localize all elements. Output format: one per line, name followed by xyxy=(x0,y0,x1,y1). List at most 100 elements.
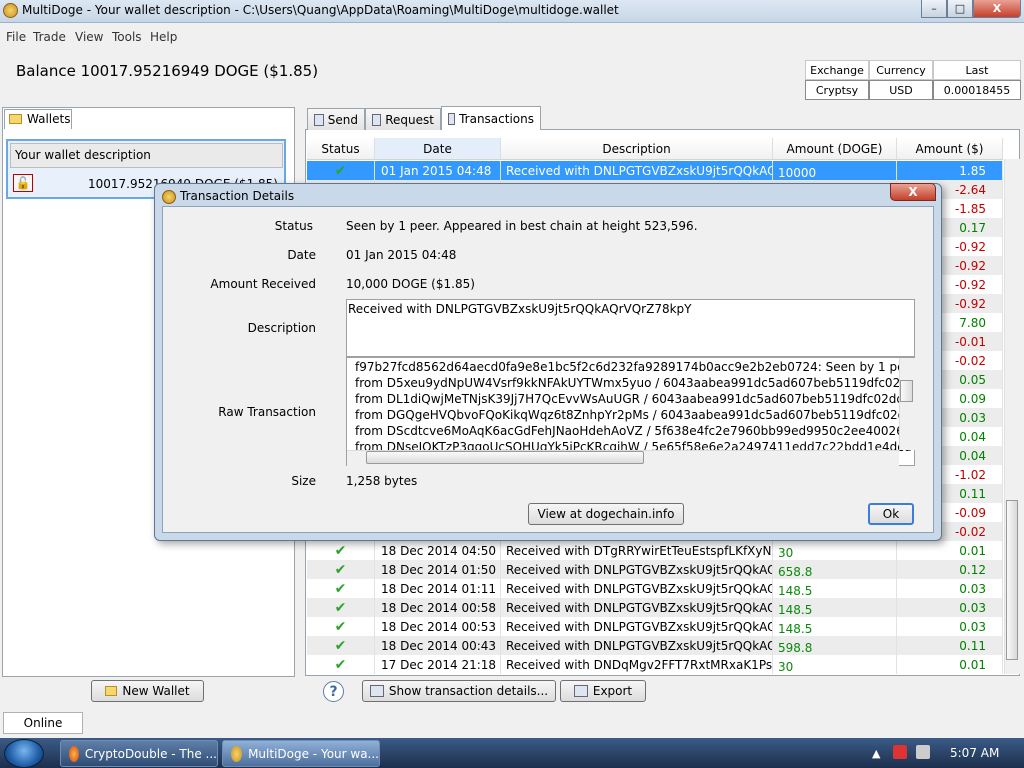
status-check-icon: ✔ xyxy=(307,541,375,560)
raw-line: from DGQgeHVQbvoFQoKikqWqz6t8ZnhpYr2pMs … xyxy=(355,408,915,422)
amount-doge-cell: 658.8 xyxy=(773,560,897,579)
date-cell: 18 Dec 2014 00:53 xyxy=(375,617,501,636)
unlocked-padlock-icon[interactable]: 🔓 xyxy=(13,174,33,192)
taskbar-item-firefox[interactable]: CryptoDouble - The ... xyxy=(60,740,218,767)
table-row[interactable]: ✔ 18 Dec 2014 00:53 Received with DNLPGTGV… xyxy=(307,617,1003,636)
status-check-icon: ✔ xyxy=(307,579,375,598)
transactions-scrollbar[interactable] xyxy=(1004,159,1020,674)
tab-send-label: Send xyxy=(327,112,358,127)
ok-button[interactable]: Ok xyxy=(868,503,914,525)
close-window-button[interactable]: X xyxy=(973,0,1021,18)
menu-help[interactable]: Help xyxy=(150,30,177,44)
new-wallet-button[interactable]: New Wallet xyxy=(91,680,204,702)
description-cell: Received with DNLPGTGVBZxskU9jt5rQQkAQr.… xyxy=(501,560,773,579)
minimize-button[interactable]: – xyxy=(921,0,947,18)
column-date[interactable]: Date xyxy=(375,138,501,159)
taskbar-item-label: CryptoDouble - The ... xyxy=(84,746,217,761)
column-amount-usd[interactable]: Amount ($) xyxy=(897,138,1003,159)
new-wallet-label: New Wallet xyxy=(122,684,190,698)
network-alert-icon[interactable] xyxy=(893,745,907,759)
amount-usd-cell: 0.11 xyxy=(897,636,1003,655)
window-title: MultiDoge - Your wallet description - C:… xyxy=(22,3,619,17)
amount-received-value: 10,000 DOGE ($1.85) xyxy=(346,277,475,291)
status-check-icon: ✔ xyxy=(307,617,375,636)
tab-request-label: Request xyxy=(385,112,434,127)
export-icon xyxy=(573,685,588,697)
date-cell: 18 Dec 2014 00:58 xyxy=(375,598,501,617)
dialog-app-icon xyxy=(162,190,176,204)
maximize-button[interactable]: □ xyxy=(947,0,973,18)
new-wallet-icon xyxy=(105,686,118,696)
tray-expand-icon[interactable]: ▲ xyxy=(872,747,880,760)
export-button[interactable]: Export xyxy=(560,680,646,702)
menu-tools[interactable]: Tools xyxy=(112,30,142,44)
column-amount-doge[interactable]: Amount (DOGE) xyxy=(773,138,897,159)
status-bar xyxy=(0,712,1024,736)
raw-transaction-label: Raw Transaction xyxy=(218,405,316,419)
description-textarea[interactable]: Received with DNLPGTGVBZxskU9jt5rQQkAQrV… xyxy=(346,299,915,357)
menu-trade[interactable]: Trade xyxy=(33,30,66,44)
status-check-icon: ✔ xyxy=(307,636,375,655)
tab-send[interactable]: Send xyxy=(307,108,365,130)
description-label: Description xyxy=(247,321,316,335)
raw-line: from DL1diQwjMeTNjsK39Jj7H7QcEvvWsAuUGR … xyxy=(355,392,915,406)
date-label: Date xyxy=(287,248,316,262)
amount-usd-cell: 0.03 xyxy=(897,579,1003,598)
dialog-close-button[interactable]: X xyxy=(890,183,936,201)
raw-vertical-scrollbar-thumb[interactable] xyxy=(900,380,913,402)
start-button-icon[interactable] xyxy=(4,739,44,768)
last-price-value: 0.00018455 xyxy=(933,80,1021,100)
table-row[interactable]: ✔ 18 Dec 2014 00:58 Received with DNLPGTGV… xyxy=(307,598,1003,617)
volume-muted-icon[interactable] xyxy=(916,745,930,759)
table-row[interactable]: ✔ 01 Jan 2015 04:48 Received with DNLPGTGV… xyxy=(307,161,1003,180)
online-status: Online xyxy=(3,712,83,734)
currency-header: Currency xyxy=(869,60,933,80)
transactions-icon xyxy=(448,112,456,125)
details-icon xyxy=(369,685,384,697)
table-row[interactable]: ✔ 18 Dec 2014 00:43 Received with DNLPGTGV… xyxy=(307,636,1003,655)
amount-doge-cell: 148.5 xyxy=(773,579,897,598)
exchange-value[interactable]: Cryptsy xyxy=(805,80,869,100)
request-icon xyxy=(372,113,382,126)
status-label: Status xyxy=(274,219,313,233)
column-description[interactable]: Description xyxy=(501,138,773,159)
raw-vertical-scrollbar[interactable] xyxy=(899,358,915,450)
table-row[interactable]: ✔ 18 Dec 2014 01:11 Received with DNLPGTGV… xyxy=(307,579,1003,598)
description-cell: Received with DNLPGTGVBZxskU9jt5rQQkAQr.… xyxy=(501,598,773,617)
table-row[interactable]: ✔ 18 Dec 2014 01:50 Received with DNLPGTGV… xyxy=(307,560,1003,579)
system-clock[interactable]: 5:07 AM xyxy=(950,746,999,760)
date-cell: 18 Dec 2014 04:50 xyxy=(375,541,501,560)
help-icon[interactable]: ? xyxy=(323,681,344,702)
table-header: Status Date Description Amount (DOGE) Am… xyxy=(307,138,1003,160)
table-row[interactable]: ✔ 18 Dec 2014 04:50 Received with DTgRRYwi… xyxy=(307,541,1003,560)
table-row[interactable]: ✔ 17 Dec 2014 21:18 Received with DNDqMgv2… xyxy=(307,655,1003,674)
size-value: 1,258 bytes xyxy=(346,474,418,488)
size-label: Size xyxy=(291,474,316,488)
scrollbar-thumb[interactable] xyxy=(1006,500,1018,660)
date-cell: 17 Dec 2014 21:18 xyxy=(375,655,501,674)
wallets-tab[interactable]: Wallets xyxy=(4,109,72,129)
date-cell: 18 Dec 2014 01:11 xyxy=(375,579,501,598)
view-at-dogechain-button[interactable]: View at dogechain.info xyxy=(528,503,684,525)
menu-view[interactable]: View xyxy=(75,30,103,44)
menu-file[interactable]: File xyxy=(6,30,26,44)
tab-transactions[interactable]: Transactions xyxy=(441,106,541,130)
wallet-description-field[interactable]: Your wallet description xyxy=(10,143,283,168)
column-status[interactable]: Status xyxy=(307,138,375,159)
amount-doge-cell: 30 xyxy=(773,541,897,560)
raw-horizontal-scrollbar-thumb[interactable] xyxy=(366,451,644,464)
status-check-icon: ✔ xyxy=(307,161,375,180)
taskbar-item-multidoge[interactable]: MultiDoge - Your wa... xyxy=(222,740,380,767)
title-bar[interactable]: MultiDoge - Your wallet description - C:… xyxy=(0,0,1024,23)
amount-doge-cell: 148.5 xyxy=(773,598,897,617)
currency-value[interactable]: USD xyxy=(869,80,933,100)
amount-doge-cell: 148.5 xyxy=(773,617,897,636)
taskbar-item-label: MultiDoge - Your wa... xyxy=(248,746,379,761)
show-transaction-details-button[interactable]: Show transaction details... xyxy=(362,680,556,702)
amount-usd-cell: 1.85 xyxy=(897,161,1003,180)
tab-request[interactable]: Request xyxy=(365,108,441,130)
amount-usd-cell: 0.01 xyxy=(897,541,1003,560)
date-value: 01 Jan 2015 04:48 xyxy=(346,248,457,262)
multidoge-taskbar-icon xyxy=(231,745,243,762)
exchange-header: Exchange xyxy=(805,60,869,80)
